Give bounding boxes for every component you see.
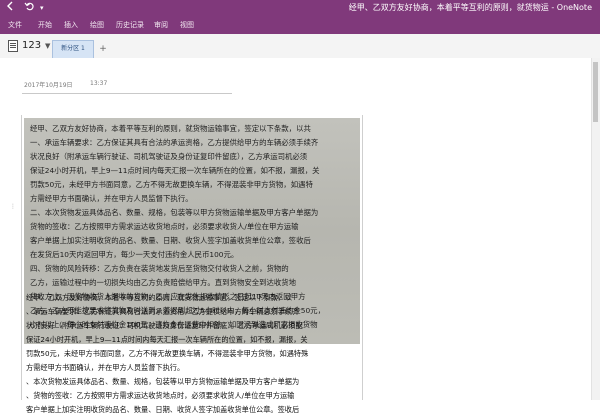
tab-insert[interactable]: 插入 [64, 19, 78, 31]
tab-home[interactable]: 开始 [38, 19, 52, 31]
notebook-name[interactable]: 123 [22, 40, 41, 52]
section-tab[interactable]: 新分区 1 [52, 40, 94, 58]
document-title: 经甲、乙双方友好协商，本着平等互利的原则，就货物运 - OneNote [348, 3, 592, 12]
notebook-bar: 123 ▼ 新分区 1 + [0, 34, 600, 59]
text-line[interactable]: 客户单据上加实注明收货的品名、数量、日期、收货人签字加盖收货单位公章。签收后 [26, 403, 371, 417]
tab-view[interactable]: 视图 [180, 19, 194, 31]
text-line[interactable]: 、货物的签收：乙方按照甲方需求运达收货地点时，必须要求收货人/单位在甲方运输 [26, 389, 371, 403]
tab-draw[interactable]: 绘图 [90, 19, 104, 31]
text-line[interactable]: 、本次货物发运具体品名、数量、规格，包装等以甲方货物运输单据及甲方客户单据为 [26, 375, 371, 389]
extracted-text[interactable]: 经甲、乙双方友好协商，本着平等互利的原则，就货物运输事宜，签定以下条款，以 、承… [26, 291, 371, 417]
notebook-icon[interactable] [8, 40, 18, 52]
scan-line: 状况良好（附承运车辆行驶证、司机驾驶证及身份证复印件留底），乙方承运司机必须 [30, 152, 308, 161]
scan-line: 客户单据上加实注明收货的品名、数量、日期、收货人签字加盖收货单位公章，签收后 [30, 236, 311, 245]
scan-line: 在发货后10天内返回甲方，每少一天支付违约金人民币100元。 [30, 250, 239, 259]
page-time: 13:37 [90, 80, 108, 87]
vertical-scrollbar[interactable] [591, 58, 600, 400]
quick-access-dropdown-icon[interactable]: ▾ [40, 1, 44, 15]
scan-line: 保证24小时开机，早上9—11点时间内每天汇报一次车辆所在的位置，如不报，漏报，… [30, 166, 320, 175]
text-line[interactable]: 保证24小时开机，早上9—11点时间内每天汇报一次车辆所在的位置，如不报，漏报，… [26, 333, 371, 347]
tab-history[interactable]: 历史记录 [116, 19, 144, 31]
back-arrow-icon[interactable] [6, 1, 16, 16]
tab-file[interactable]: 文件 [8, 19, 22, 31]
text-line[interactable]: 经甲、乙双方友好协商，本着平等互利的原则，就货物运输事宜，签定以下条款，以 [26, 291, 371, 305]
chevron-down-icon[interactable]: ▼ [45, 41, 50, 51]
title-bar: ▾ 经甲、乙双方友好协商，本着平等互利的原则，就货物运 - OneNote [0, 0, 600, 16]
page-date: 2017年10月19日 [24, 82, 73, 89]
add-section-button[interactable]: + [96, 42, 110, 56]
ribbon-tabs: 文件 开始 插入 绘图 历史记录 审阅 视图 [0, 16, 600, 34]
scan-line: 货物的签收：乙方按照甲方需求运达收货地点时，必须要求收货人/单位在甲方运输 [30, 222, 299, 231]
page-title-underline [22, 93, 232, 94]
scroll-thumb[interactable] [593, 62, 598, 122]
text-line[interactable]: 、承运车辆要求：乙方保证其具有合法的承运资格，乙方提供给甲方的车辆必须手续齐 [26, 305, 371, 319]
text-line[interactable]: 状况良好（附承运车辆行驶证、司机驾驶证及身份证复印件留底）。乙方承运司机必须配 [26, 319, 371, 333]
note-handle-icon[interactable]: ⋮ [10, 203, 16, 210]
tab-review[interactable]: 审阅 [154, 19, 168, 31]
scan-line: 一、承运车辆要求：乙方保证其具有合法的承运资格，乙方提供给甲方的车辆必须手续齐 [30, 138, 319, 147]
scan-line: 四、货物的风险转移：乙方负责在装货地发货后至货物交付收货人之前，货物的 [30, 264, 289, 273]
text-line[interactable]: 罚款50元，未经甲方书面同意，乙方不得无故更换车辆，不得混装非甲方货物，如遇特殊 [26, 347, 371, 361]
undo-icon[interactable] [24, 1, 34, 16]
scan-line: 乙方，运输过程中的一切损失均由乙方负责赔偿给甲方。直到货物安全到达收货地 [30, 278, 297, 287]
scan-line: 罚款50元，未经甲方书面同意，乙方不得无故更换车辆，不得混装非甲方货物，如遇特 [30, 180, 313, 189]
scan-line: 二、本次货物发运具体品名、数量、规格，包装等以甲方货物运输单据及甲方客户单据为 [30, 208, 319, 217]
scan-line: 经甲、乙双方友好协商，本着平等互利的原则，就货物运输事宜，签定以下条款，以共 [30, 124, 311, 133]
scan-line: 方需经甲方书面确认，并在甲方人员监督下执行。 [30, 194, 193, 203]
text-line[interactable]: 方需经甲方书面确认，并在甲方人员监督下执行。 [26, 361, 371, 375]
